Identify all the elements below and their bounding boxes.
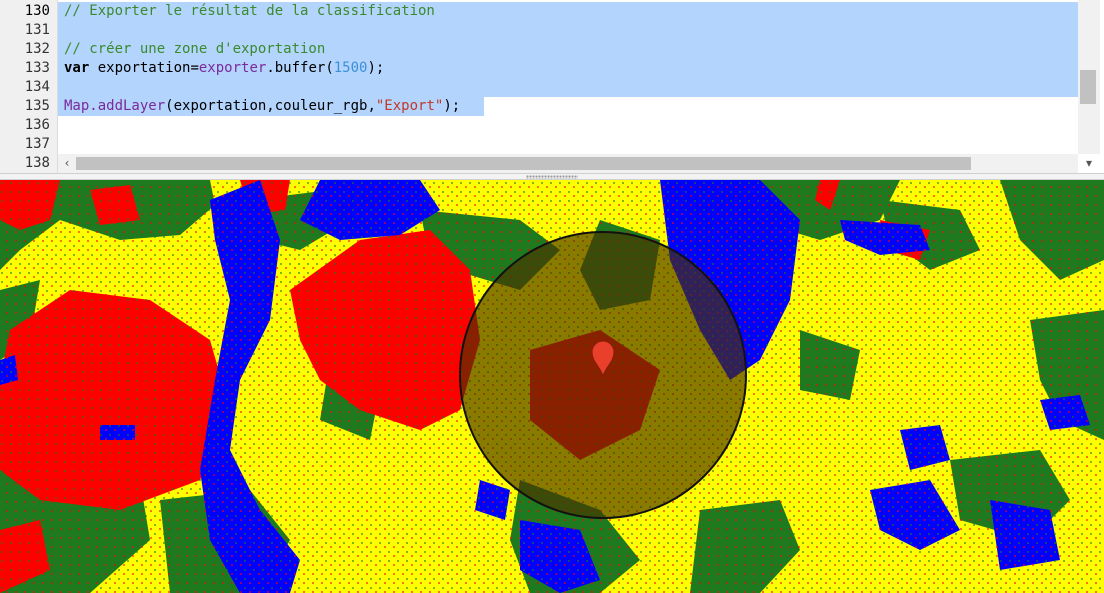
code-token: ); — [443, 98, 461, 114]
line-number: 133 — [24, 60, 50, 76]
line-number: 132 — [24, 41, 50, 57]
line-number: 136 — [24, 117, 50, 133]
code-token: // créer une zone d'exportation — [64, 41, 326, 57]
vertical-scrollbar-thumb[interactable] — [1080, 70, 1096, 104]
code-token: 1500 — [333, 60, 368, 76]
code-token: exportation= — [89, 60, 199, 76]
line-number: 135 — [24, 98, 50, 114]
code-token: exporter — [198, 60, 267, 76]
code-area[interactable]: // Exporter le résultat de la classifica… — [58, 0, 1078, 154]
code-line[interactable]: // créer une zone d'exportation — [64, 40, 325, 59]
line-number: 137 — [24, 136, 50, 152]
line-number: 134 — [24, 79, 50, 95]
panel-splitter[interactable] — [0, 173, 1104, 180]
code-token: "Export" — [375, 98, 444, 114]
splitter-grip-icon[interactable] — [526, 175, 578, 179]
line-number: 138 — [24, 155, 50, 171]
code-line[interactable]: Map.addLayer(exportation,couleur_rgb,"Ex… — [64, 97, 460, 116]
classification-map[interactable] — [0, 180, 1104, 593]
line-number-gutter: 130 131 132 133 134 135 136 137 138 — [0, 0, 58, 173]
map-view[interactable] — [0, 180, 1104, 593]
code-line[interactable]: var exportation=exporter.buffer(1500); — [64, 59, 384, 78]
horizontal-scrollbar[interactable]: ‹ — [58, 154, 1078, 173]
line-number: 130 — [24, 3, 50, 19]
scroll-left-icon[interactable]: ‹ — [60, 154, 74, 173]
code-line[interactable]: // Exporter le résultat de la classifica… — [64, 2, 435, 21]
code-token: (exportation,couleur_rgb, — [165, 98, 376, 114]
code-editor[interactable]: 130 131 132 133 134 135 136 137 138 // Exporter … — [0, 0, 1104, 173]
code-token: Map.addLayer — [64, 98, 166, 114]
line-number: 131 — [24, 22, 50, 38]
code-token: .buffer( — [266, 60, 334, 76]
horizontal-scrollbar-thumb[interactable] — [76, 157, 971, 170]
code-token: // Exporter le résultat de la classifica… — [64, 3, 435, 19]
vertical-scrollbar[interactable] — [1078, 0, 1100, 154]
code-token: var — [64, 60, 90, 76]
scroll-down-icon[interactable]: ▾ — [1078, 154, 1100, 173]
code-token: ); — [367, 60, 385, 76]
